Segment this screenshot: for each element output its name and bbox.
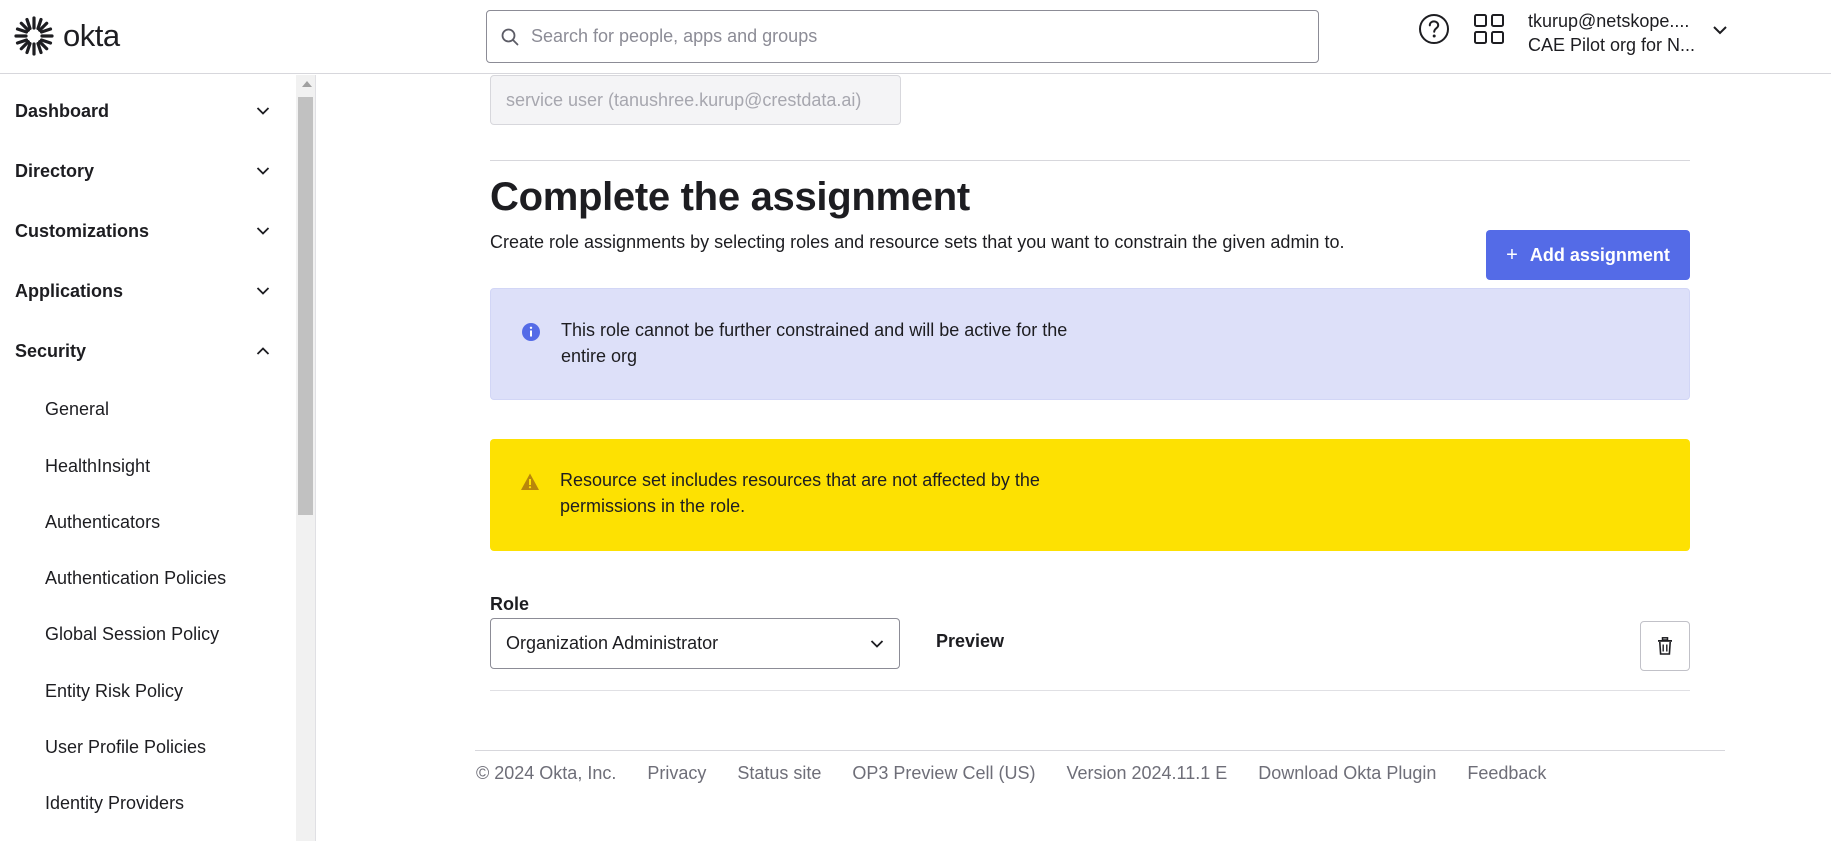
chevron-down-icon[interactable] [1712,24,1728,36]
info-icon [522,323,540,341]
footer-version: Version 2024.11.1 E [1066,763,1228,783]
chevron-down-icon [256,167,270,175]
page-description: Create role assignments by selecting rol… [490,232,1345,252]
sidebar-nav: Dashboard Directory Customizations Appli… [0,75,296,841]
search-icon [501,28,519,45]
help-icon[interactable] [1418,13,1450,45]
sidebar-item-general[interactable]: General [45,394,109,424]
add-assignment-button[interactable]: + Add assignment [1486,230,1690,280]
footer-feedback-link[interactable]: Feedback [1467,763,1546,784]
info-callout: This role cannot be further constrained … [490,288,1690,400]
sidebar-section-customizations[interactable]: Customizations [15,211,270,251]
sidebar-section-label: Customizations [15,220,150,241]
chevron-down-icon [256,227,270,235]
app-switcher-icon[interactable] [1474,14,1504,44]
chevron-down-icon [256,107,270,115]
warning-message: Resource set includes resources that are… [560,470,1040,516]
scrollbar-thumb[interactable] [298,97,313,515]
sidebar-item-user-profile-policies[interactable]: User Profile Policies [45,732,206,762]
role-select-value: Organization Administrator [506,633,719,653]
delete-assignment-button[interactable] [1640,621,1690,671]
sidebar-section-applications[interactable]: Applications [15,271,270,311]
search-input[interactable] [531,26,1291,47]
assignment-divider [490,690,1690,691]
sidebar-item-entity-risk-policy[interactable]: Entity Risk Policy [45,676,183,706]
plus-icon: + [1506,243,1518,266]
page-title: Complete the assignment [490,175,970,219]
sidebar-section-label: Security [15,340,87,361]
admin-user-field: service user (tanushree.kurup@crestdata.… [490,75,901,125]
scroll-up-arrow-icon[interactable] [302,81,312,87]
warning-icon [521,473,539,490]
section-divider [490,160,1690,161]
warning-callout: Resource set includes resources that are… [490,439,1690,551]
okta-logo[interactable]: okta [14,16,120,56]
user-menu[interactable]: tkurup@netskope.... CAE Pilot org for N.… [1528,10,1698,56]
okta-sunburst-icon [14,16,54,56]
footer-cell: OP3 Preview Cell (US) [852,763,1036,783]
info-message: This role cannot be further constrained … [561,320,1068,366]
chevron-down-icon [256,287,270,295]
sidebar-item-identity-providers[interactable]: Identity Providers [45,788,184,818]
preview-button[interactable]: Preview [936,631,1004,652]
sidebar-section-label: Applications [15,280,124,301]
footer-privacy-link[interactable]: Privacy [647,763,706,784]
global-search[interactable] [486,10,1319,63]
logo-text: okta [63,18,120,53]
chevron-down-icon [870,639,884,648]
main-content: service user (tanushree.kurup@crestdata.… [316,75,1831,841]
role-label: Role [490,594,530,614]
sidebar-item-authentication-policies[interactable]: Authentication Policies [45,563,226,593]
sidebar-section-label: Dashboard [15,100,110,121]
sidebar-item-authenticators[interactable]: Authenticators [45,507,160,537]
sidebar-scrollbar[interactable] [296,75,316,841]
chevron-up-icon [256,347,270,355]
sidebar-section-dashboard[interactable]: Dashboard [15,91,270,131]
sidebar-section-label: Directory [15,160,95,181]
role-select[interactable]: Organization Administrator [490,618,900,669]
sidebar-item-global-session-policy[interactable]: Global Session Policy [45,619,219,649]
user-org: CAE Pilot org for N... [1528,35,1696,55]
top-header: okta tkurup@netskope.... CAE Pilot org f… [0,0,1831,74]
footer-status-link[interactable]: Status site [737,763,821,784]
add-assignment-label: Add assignment [1529,244,1670,265]
user-email: tkurup@netskope.... [1528,11,1690,31]
trash-icon [1658,637,1672,655]
sidebar-section-security[interactable]: Security [15,331,270,371]
footer-plugin-link[interactable]: Download Okta Plugin [1258,763,1436,784]
sidebar-section-directory[interactable]: Directory [15,151,270,191]
footer-divider [475,750,1725,751]
page-footer: © 2024 Okta, Inc. Privacy Status site OP… [476,763,1546,784]
footer-copyright: © 2024 Okta, Inc. [476,763,617,783]
sidebar-item-healthinsight[interactable]: HealthInsight [45,451,150,481]
